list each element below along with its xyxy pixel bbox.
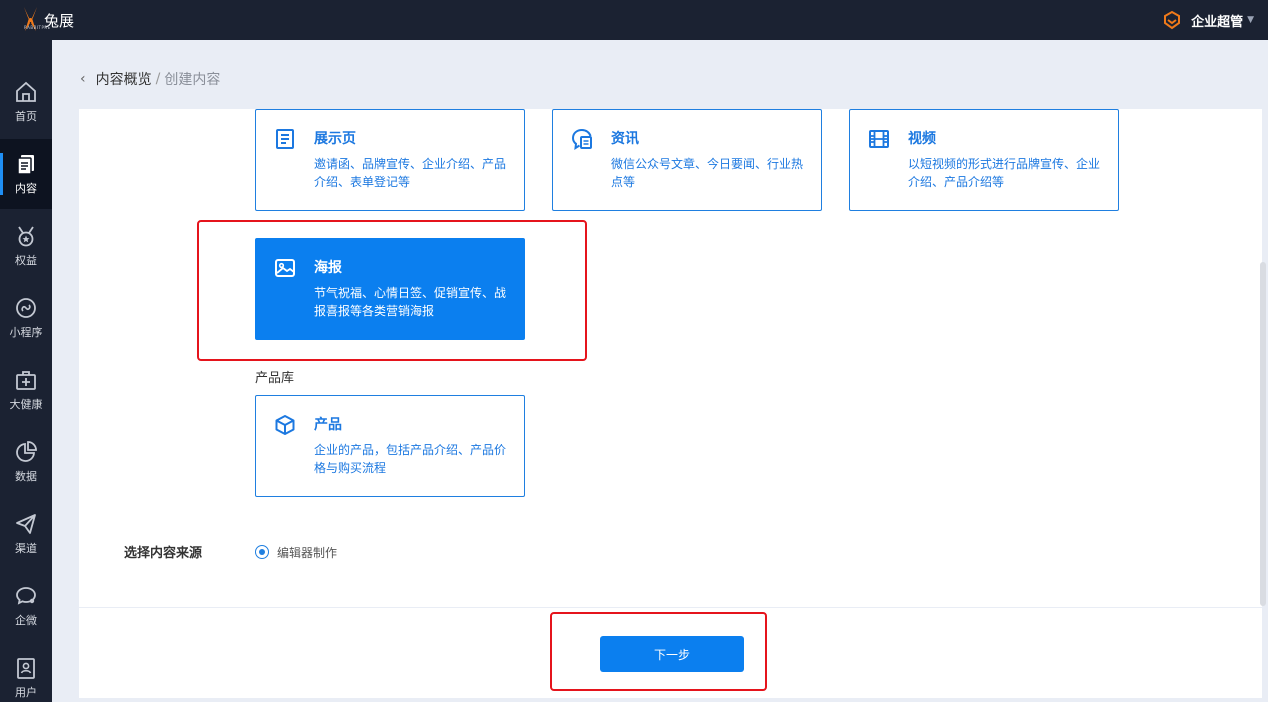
cube-icon [275, 415, 295, 435]
news-chat-icon [571, 129, 592, 150]
breadcrumb-parent[interactable]: 内容概览 [96, 69, 152, 89]
sidebar-item-data[interactable]: 数据 [0, 427, 52, 497]
content-type-card-news[interactable]: 资讯 微信公众号文章、今日要闻、行业热点等 [552, 109, 822, 211]
card-title: 产品 [314, 417, 342, 433]
card-description: 邀请函、品牌宣传、企业介绍、产品介绍、表单登记等 [314, 157, 507, 189]
card-title: 视频 [908, 131, 936, 147]
miniprogram-icon [16, 298, 36, 318]
sidebar-item-wecom[interactable]: 企微 [0, 571, 52, 641]
card-title: 海报 [314, 260, 342, 276]
medical-kit-icon [16, 371, 36, 390]
pie-chart-icon [16, 441, 37, 462]
sidebar-item-channel[interactable]: 渠道 [0, 499, 52, 569]
sidebar: 首页 内容 权益 小程序 大健康 数据 渠道 企微 用户 [0, 40, 52, 702]
sidebar-item-users[interactable]: 用户 [0, 643, 52, 702]
user-menu[interactable]: 企业超管 ▼ [1161, 0, 1254, 40]
sidebar-item-home[interactable]: 首页 [0, 67, 52, 137]
app-logo[interactable]: 兔展 [20, 4, 74, 36]
sidebar-item-label: 小程序 [9, 326, 43, 339]
card-description: 企业的产品，包括产品介绍、产品价格与购买流程 [314, 443, 507, 475]
chat-icon [16, 587, 36, 605]
editor-source-radio-label[interactable]: 编辑器制作 [277, 544, 337, 561]
sidebar-item-label: 大健康 [9, 398, 43, 411]
card-description: 以短视频的形式进行品牌宣传、企业介绍、产品介绍等 [908, 157, 1101, 189]
paper-plane-icon [16, 514, 36, 534]
top-bar: 兔展 RABBITPRE 企业超管 ▼ [0, 0, 1268, 40]
sidebar-item-content[interactable]: 内容 [0, 139, 52, 209]
content-type-card-product[interactable]: 产品 企业的产品，包括产品介绍、产品价格与购买流程 [255, 395, 525, 497]
rabbit-logo-icon [24, 7, 37, 31]
sidebar-item-label: 数据 [15, 470, 37, 483]
sidebar-item-label: 内容 [15, 182, 37, 195]
sidebar-item-label: 权益 [15, 254, 37, 267]
logo-subtext: RABBITPRE [24, 25, 51, 30]
sidebar-item-label: 渠道 [15, 542, 37, 555]
sidebar-item-label: 企微 [15, 614, 37, 627]
sidebar-item-health[interactable]: 大健康 [0, 355, 52, 425]
back-chevron-icon[interactable]: ‹ [80, 71, 86, 87]
chevron-down-icon: ▼ [1247, 15, 1254, 25]
image-icon [275, 259, 295, 277]
breadcrumb: ‹ 内容概览 / 创建内容 [80, 69, 220, 89]
sidebar-item-label: 首页 [15, 110, 37, 123]
breadcrumb-separator: / [155, 71, 161, 87]
content-type-card-display-page[interactable]: 展示页 邀请函、品牌宣传、企业介绍、产品介绍、表单登记等 [255, 109, 525, 211]
next-step-button[interactable]: 下一步 [600, 636, 744, 672]
user-card-icon [17, 658, 35, 679]
sidebar-item-label: 用户 [15, 686, 37, 699]
content-source-label: 选择内容来源 [124, 546, 203, 561]
document-icon [276, 129, 294, 149]
content-type-card-video[interactable]: 视频 以短视频的形式进行品牌宣传、企业介绍、产品介绍等 [849, 109, 1119, 211]
medal-icon [18, 226, 34, 247]
sidebar-item-miniprogram[interactable]: 小程序 [0, 283, 52, 353]
film-icon [869, 130, 889, 148]
card-title: 展示页 [314, 131, 356, 147]
card-description: 节气祝福、心情日签、促销宣传、战报喜报等各类营销海报 [314, 286, 507, 318]
breadcrumb-current: 创建内容 [164, 72, 221, 88]
home-icon [16, 81, 36, 102]
sidebar-item-benefits[interactable]: 权益 [0, 211, 52, 281]
content-type-card-poster[interactable]: 海报 节气祝福、心情日签、促销宣传、战报喜报等各类营销海报 [255, 238, 525, 340]
card-title: 资讯 [611, 131, 639, 147]
section-label-product-library: 产品库 [255, 371, 295, 386]
user-name: 企业超管 [1191, 14, 1244, 30]
content-icon [17, 155, 34, 175]
user-avatar-icon [1164, 10, 1181, 30]
editor-source-radio[interactable] [255, 545, 269, 559]
card-description: 微信公众号文章、今日要闻、行业热点等 [611, 157, 804, 189]
vertical-scrollbar[interactable] [1260, 262, 1266, 606]
